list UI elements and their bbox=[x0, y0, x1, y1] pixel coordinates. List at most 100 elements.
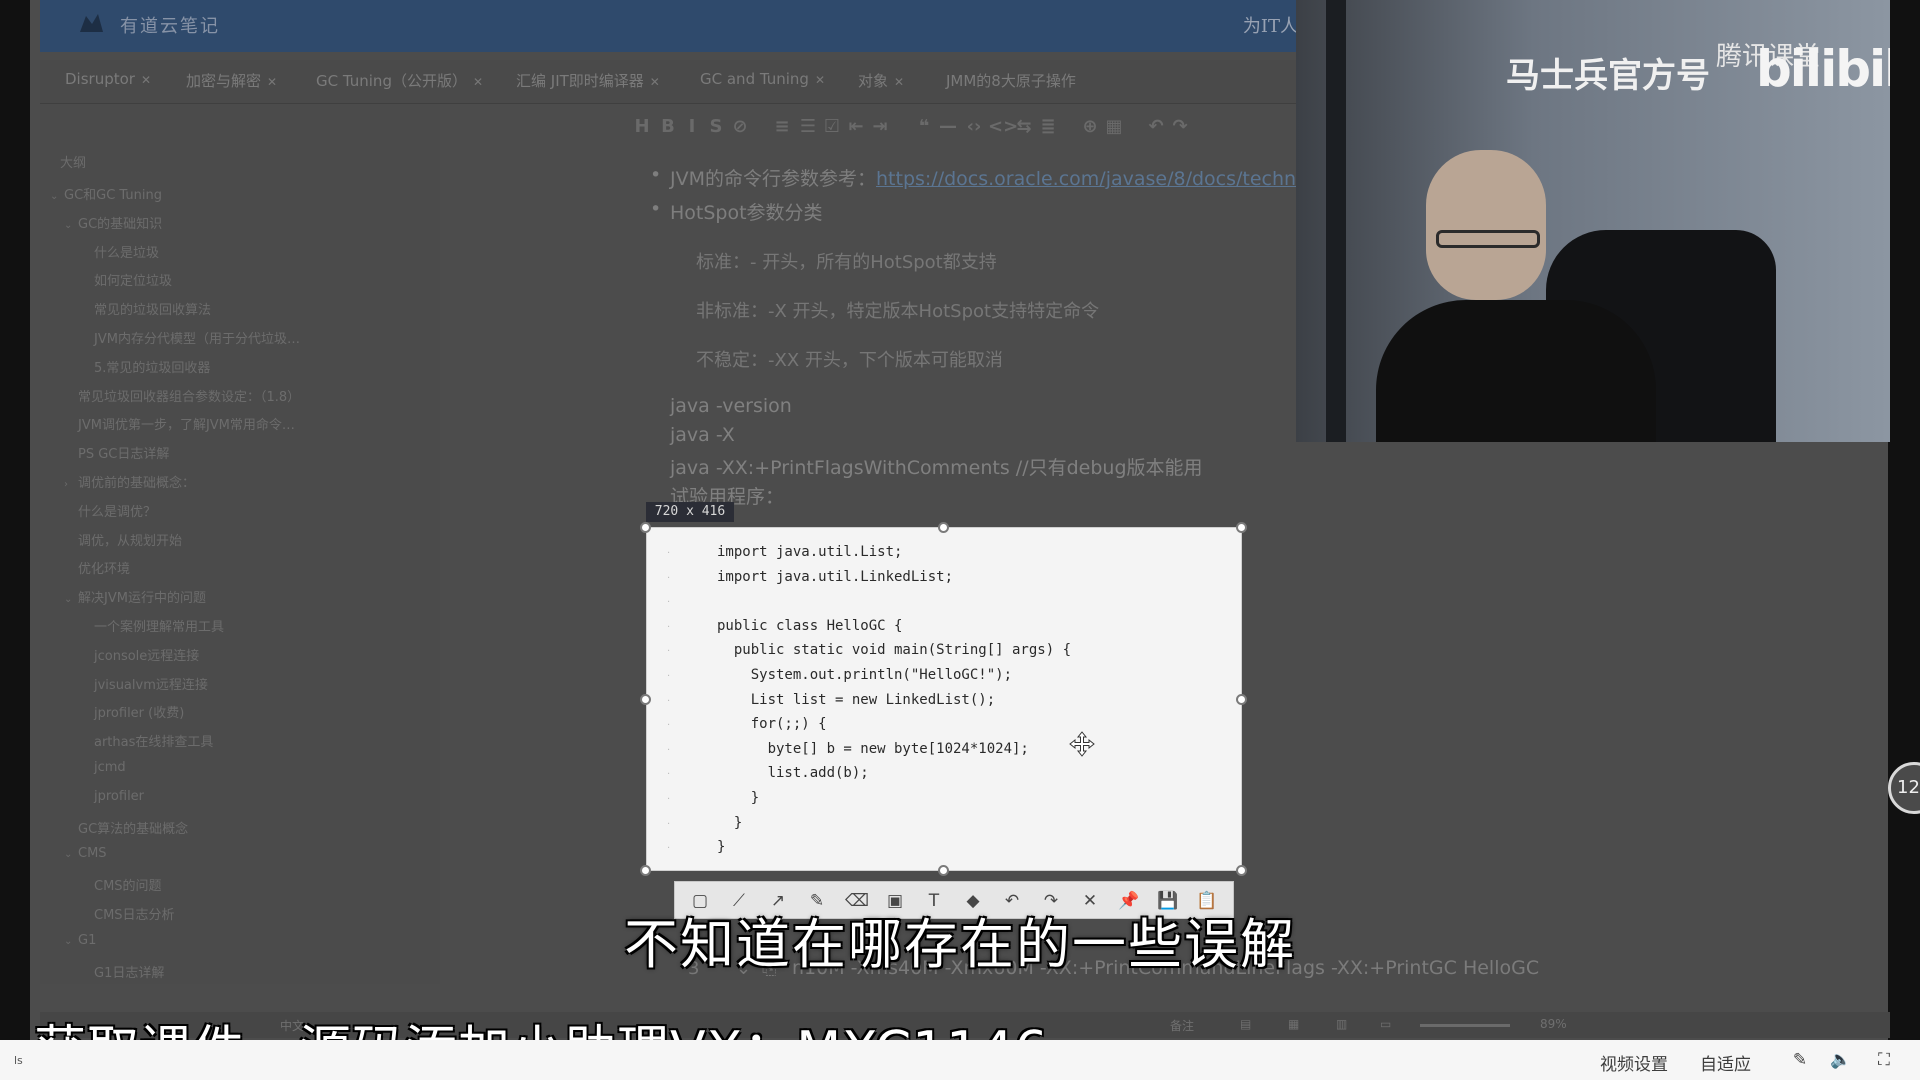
tab-encryption[interactable]: 加密与解密 ✕ bbox=[186, 70, 277, 94]
outline-item[interactable]: 什么是调优？ bbox=[64, 501, 156, 523]
insert-icon[interactable]: ⊕ bbox=[1078, 114, 1102, 140]
tab-jmm[interactable]: JMM的8大原子操作 bbox=[946, 70, 1076, 94]
danmaku-icon[interactable]: ✎ bbox=[1790, 1050, 1810, 1070]
outline-item[interactable]: › 调优前的基础概念： bbox=[64, 472, 195, 494]
redo-icon[interactable]: ↷ bbox=[1168, 114, 1192, 140]
outline-item-label: arthas在线排查工具 bbox=[94, 735, 214, 751]
book-icon[interactable]: ▥ bbox=[1336, 1017, 1347, 1031]
close-icon[interactable]: ✕ bbox=[267, 75, 277, 89]
line-gutter-marker: · bbox=[667, 646, 671, 658]
line-gutter-marker: · bbox=[667, 794, 671, 805]
chevron-icon[interactable]: ⌄ bbox=[64, 220, 78, 231]
volume-icon[interactable]: 🔈 bbox=[1830, 1050, 1851, 1070]
tab-label: 汇编 JIT即时编译器 bbox=[516, 72, 644, 90]
numbered-list-icon[interactable]: ☰ bbox=[796, 114, 820, 140]
bullet-list-icon[interactable]: ≡ bbox=[770, 114, 794, 140]
table-icon[interactable]: ▦ bbox=[1102, 114, 1126, 140]
code-block-icon[interactable]: <> bbox=[988, 114, 1018, 140]
resize-handle-se[interactable] bbox=[1236, 865, 1247, 876]
resize-handle-w[interactable] bbox=[640, 694, 651, 705]
strikethrough-icon[interactable]: S bbox=[704, 114, 728, 140]
chevron-icon[interactable]: ⌄ bbox=[50, 191, 64, 202]
outline-item[interactable]: GC算法的基础概念 bbox=[64, 818, 188, 840]
outline-item[interactable]: 调优，从规划开始 bbox=[64, 530, 182, 552]
video-frame: 有道云笔记 为IT人士 Disruptor ✕ 加密与解密 ✕ GC Tuning（… bbox=[0, 0, 1920, 1040]
divider-icon[interactable]: — bbox=[936, 114, 960, 140]
close-icon[interactable]: ✕ bbox=[141, 73, 151, 87]
zoom-slider[interactable] bbox=[1420, 1024, 1510, 1027]
align-icon[interactable]: ≣ bbox=[1036, 114, 1060, 140]
close-icon[interactable]: ✕ bbox=[473, 75, 483, 89]
swap-icon[interactable]: ⇆ bbox=[1012, 114, 1036, 140]
outline-item[interactable]: 优化环境 bbox=[64, 558, 130, 580]
close-icon[interactable]: ✕ bbox=[894, 75, 904, 89]
video-settings-button[interactable]: 视频设置 bbox=[1600, 1050, 1668, 1075]
outline-item[interactable]: PS GC日志详解 bbox=[64, 443, 169, 465]
resize-handle-nw[interactable] bbox=[640, 522, 651, 533]
outline-item[interactable]: 一个案例理解常用工具 bbox=[80, 616, 224, 638]
outline-item[interactable]: ⌄ GC的基础知识 bbox=[64, 213, 162, 235]
bullet-jvm-params: JVM的命令行参数参考：https://docs.oracle.com/java… bbox=[650, 164, 1308, 191]
heading-icon[interactable]: H bbox=[630, 114, 654, 140]
outline-item[interactable]: CMS的问题 bbox=[80, 875, 162, 897]
line-gutter-marker: · bbox=[667, 671, 671, 682]
oracle-docs-link[interactable]: https://docs.oracle.com/javase/8/docs/te… bbox=[876, 168, 1308, 190]
outline-item[interactable]: arthas在线排查工具 bbox=[80, 731, 213, 753]
title-bar: 有道云笔记 为IT人士 bbox=[40, 0, 1330, 52]
grid-icon[interactable]: ▦ bbox=[1288, 1017, 1299, 1031]
link-icon[interactable]: ⊘ bbox=[728, 114, 752, 140]
tab-gc-tuning-public[interactable]: GC Tuning（公开版） ✕ bbox=[316, 70, 483, 94]
undo-icon[interactable]: ↶ bbox=[1144, 114, 1168, 140]
outline-item-label: 5.常见的垃圾回收器 bbox=[94, 360, 211, 376]
outline-item[interactable]: ⌄ 解决JVM运行中的问题 bbox=[64, 587, 206, 609]
chevron-icon[interactable]: ⌄ bbox=[64, 594, 78, 605]
resize-handle-e[interactable] bbox=[1236, 694, 1247, 705]
video-subtitle: 不知道在哪存在的一些误解 bbox=[624, 913, 1296, 976]
bold-icon[interactable]: B bbox=[656, 114, 680, 140]
resize-handle-sw[interactable] bbox=[640, 865, 651, 876]
outline-item[interactable]: 5.常见的垃圾回收器 bbox=[80, 357, 210, 379]
resize-handle-n[interactable] bbox=[938, 522, 949, 533]
outline-item[interactable]: ⌄ GC和GC Tuning bbox=[50, 184, 162, 206]
code-icon[interactable]: ‹› bbox=[962, 114, 986, 140]
outline-item[interactable]: jcmd bbox=[80, 760, 126, 782]
layout-icon[interactable]: ▤ bbox=[1240, 1017, 1251, 1031]
outline-item[interactable]: jconsole远程连接 bbox=[80, 645, 199, 667]
line-gutter-marker: · bbox=[667, 572, 671, 584]
tab-label: GC and Tuning bbox=[700, 70, 809, 88]
screenshot-selection[interactable]: import java.util.List; import java.util.… bbox=[646, 527, 1242, 871]
close-icon[interactable]: ✕ bbox=[650, 75, 660, 89]
resize-handle-s[interactable] bbox=[938, 865, 949, 876]
close-icon[interactable]: ✕ bbox=[815, 73, 825, 87]
outline-item[interactable]: JVM调优第一步，了解JVM常用命令… bbox=[64, 414, 295, 436]
tab-disruptor[interactable]: Disruptor ✕ bbox=[65, 70, 151, 94]
outline-item-label: jvisualvm远程连接 bbox=[94, 677, 208, 693]
italic-icon[interactable]: I bbox=[680, 114, 704, 140]
tab-object[interactable]: 对象 ✕ bbox=[858, 70, 904, 94]
outline-item[interactable]: jprofiler bbox=[80, 789, 144, 811]
checklist-icon[interactable]: ☑ bbox=[820, 114, 844, 140]
outline-item[interactable]: jvisualvm远程连接 bbox=[80, 674, 208, 696]
selection-size-badge: 720 x 416 bbox=[646, 502, 734, 522]
outline-item[interactable]: JVM内存分代模型（用于分代垃圾… bbox=[80, 328, 300, 350]
status-notes[interactable]: 备注 bbox=[1170, 1017, 1194, 1034]
outline-item[interactable]: 如何定位垃圾 bbox=[80, 270, 172, 292]
chevron-icon[interactable]: ⌄ bbox=[64, 849, 78, 860]
resize-handle-ne[interactable] bbox=[1236, 522, 1247, 533]
outline-item-label: 优化环境 bbox=[78, 562, 131, 578]
tab-assembly-jit[interactable]: 汇编 JIT即时编译器 ✕ bbox=[516, 70, 660, 94]
tab-gc-and-tuning[interactable]: GC and Tuning ✕ bbox=[700, 70, 825, 94]
outline-item[interactable]: ⌄ CMS bbox=[64, 846, 107, 868]
outdent-icon[interactable]: ⇤ bbox=[844, 114, 868, 140]
fullscreen-icon[interactable]: ⛶ bbox=[1874, 1050, 1894, 1070]
indent-icon[interactable]: ⇥ bbox=[868, 114, 892, 140]
bilibili-logo: bilibili bbox=[1756, 40, 1890, 98]
outline-item[interactable]: 什么是垃圾 bbox=[80, 242, 159, 264]
outline-item[interactable]: 常见的垃圾回收算法 bbox=[80, 299, 211, 321]
presentation-icon[interactable]: ▭ bbox=[1380, 1017, 1391, 1031]
outline-item[interactable]: jprofiler (收费) bbox=[80, 702, 184, 724]
adaptive-button[interactable]: 自适应 bbox=[1700, 1050, 1751, 1075]
chevron-icon[interactable]: › bbox=[64, 479, 78, 490]
outline-item[interactable]: 常见垃圾回收器组合参数设定：（1.8） bbox=[64, 386, 300, 408]
quote-icon[interactable]: ❝ bbox=[912, 114, 936, 140]
